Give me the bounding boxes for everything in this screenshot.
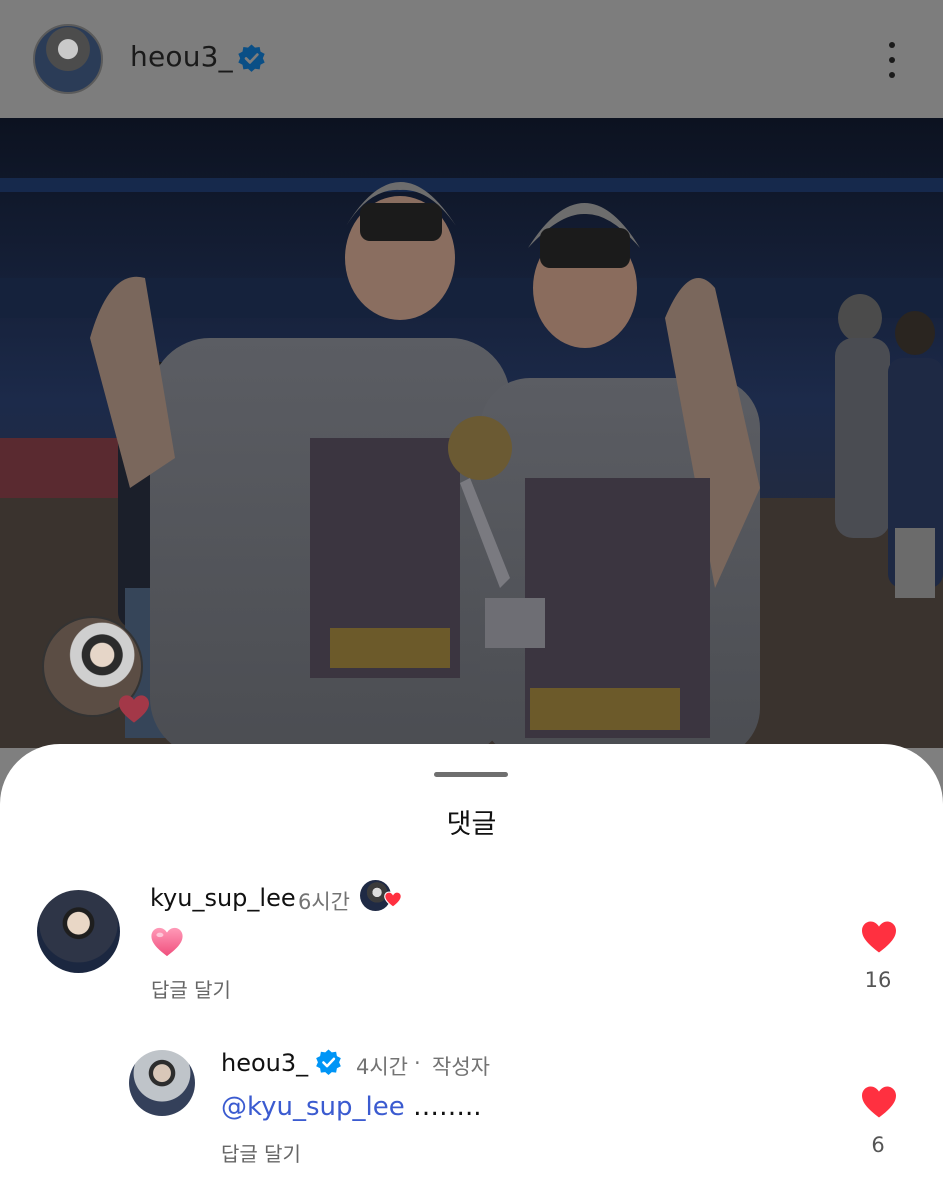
heart-icon bbox=[119, 695, 149, 723]
heart-icon bbox=[384, 891, 402, 908]
comment-timestamp: 4시간 bbox=[356, 1055, 409, 1079]
comment-timestamp: 6시간 bbox=[298, 890, 351, 914]
pink-heart-emoji bbox=[151, 927, 183, 957]
commenter-avatar[interactable] bbox=[129, 1050, 195, 1116]
comment-body: …….. bbox=[404, 1092, 482, 1122]
drag-handle[interactable] bbox=[434, 772, 508, 777]
like-count: 16 bbox=[864, 968, 892, 992]
verified-badge-icon bbox=[316, 1049, 341, 1075]
post-username[interactable]: heou3_ bbox=[130, 40, 233, 73]
post-header: heou3_ bbox=[0, 0, 943, 118]
like-count: 6 bbox=[871, 1133, 885, 1157]
sheet-title: 댓글 bbox=[446, 809, 497, 840]
like-heart-icon[interactable] bbox=[860, 920, 898, 954]
reply-button[interactable]: 답글 달기 bbox=[151, 974, 231, 1003]
meta-separator: · bbox=[414, 1051, 421, 1075]
like-heart-icon[interactable] bbox=[860, 1085, 898, 1119]
comment-username[interactable]: kyu_sup_lee bbox=[150, 884, 296, 912]
comment-text: @kyu_sup_lee …….. bbox=[221, 1092, 482, 1122]
profile-avatar[interactable] bbox=[33, 24, 103, 94]
reply-button[interactable]: 답글 달기 bbox=[221, 1138, 301, 1167]
author-label: 작성자 bbox=[432, 1055, 490, 1079]
mention-link[interactable]: @kyu_sup_lee bbox=[221, 1092, 405, 1122]
commenter-avatar[interactable] bbox=[37, 890, 120, 973]
comment-username[interactable]: heou3_ bbox=[221, 1049, 308, 1077]
verified-badge-icon bbox=[238, 44, 265, 72]
more-options-icon[interactable] bbox=[880, 38, 904, 82]
comments-sheet: 댓글 kyu_sup_lee 6시간 답글 달기 16 heou3_ 4시간 ·… bbox=[0, 744, 943, 1200]
